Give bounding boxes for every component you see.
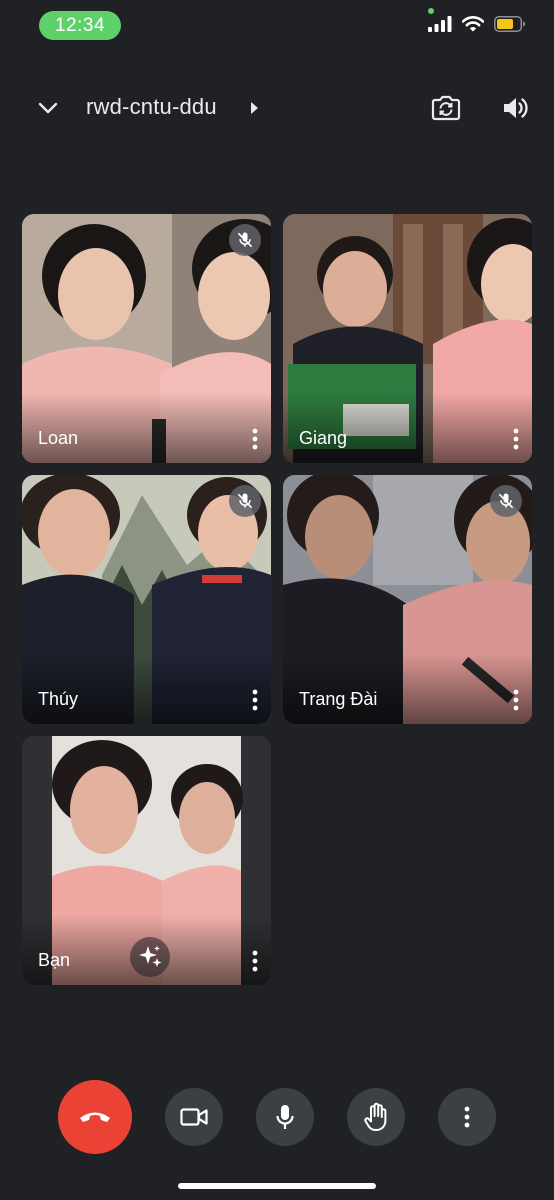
privacy-indicator-dot — [428, 8, 434, 14]
participant-name: Trang Đài — [299, 689, 378, 709]
participant-tile-trang-dai[interactable]: Trang Đài — [283, 475, 532, 724]
switch-camera-icon — [431, 95, 461, 121]
raise-hand-icon — [364, 1102, 387, 1131]
participant-tile-thuy[interactable]: Thúy — [22, 475, 271, 724]
camera-icon — [180, 1108, 208, 1126]
mic-off-icon — [237, 232, 253, 248]
mic-toggle-button[interactable] — [256, 1088, 314, 1146]
tile-more-button[interactable] — [245, 686, 265, 714]
participant-name: Loan — [38, 428, 79, 448]
more-options-icon — [464, 1106, 470, 1128]
more-vert-icon — [252, 950, 258, 972]
visual-effects-button[interactable] — [130, 937, 170, 977]
wifi-icon — [462, 16, 484, 32]
status-icons — [428, 16, 526, 32]
status-time: 12:34 — [39, 11, 121, 40]
more-options-button[interactable] — [438, 1088, 496, 1146]
participant-name: Giang — [299, 428, 348, 448]
muted-badge — [229, 224, 261, 256]
signal-icon — [428, 16, 452, 32]
participant-tile-loan[interactable]: Loan — [22, 214, 271, 463]
muted-badge — [490, 485, 522, 517]
mic-off-icon — [237, 493, 253, 509]
meeting-code[interactable]: rwd-cntu-ddu — [86, 94, 217, 120]
tile-more-button[interactable] — [506, 425, 526, 453]
mic-off-icon — [498, 493, 514, 509]
home-indicator[interactable] — [178, 1183, 376, 1189]
meeting-header: rwd-cntu-ddu — [0, 82, 554, 134]
battery-icon — [494, 16, 526, 32]
audio-output-button[interactable] — [496, 88, 536, 128]
participant-name: Bạn — [38, 950, 71, 970]
end-call-icon — [80, 1112, 110, 1122]
minimize-button[interactable] — [28, 88, 68, 128]
sparkle-icon — [139, 945, 162, 967]
switch-camera-button[interactable] — [426, 88, 466, 128]
self-view-tile[interactable]: Bạn — [22, 736, 271, 985]
participant-name: Thúy — [38, 689, 79, 709]
muted-badge — [229, 485, 261, 517]
mic-icon — [276, 1105, 294, 1129]
tile-more-button[interactable] — [506, 686, 526, 714]
end-call-button[interactable] — [58, 1080, 132, 1154]
status-bar: 12:34 — [0, 0, 554, 52]
tile-more-button[interactable] — [245, 425, 265, 453]
participant-tile-giang[interactable]: Giang — [283, 214, 532, 463]
more-vert-icon — [252, 689, 258, 711]
more-vert-icon — [513, 689, 519, 711]
tile-more-button[interactable] — [245, 947, 265, 975]
chevron-down-icon — [38, 102, 58, 114]
more-vert-icon — [513, 428, 519, 450]
caret-right-icon[interactable] — [248, 100, 260, 116]
camera-toggle-button[interactable] — [165, 1088, 223, 1146]
raise-hand-button[interactable] — [347, 1088, 405, 1146]
more-vert-icon — [252, 428, 258, 450]
speaker-icon — [504, 98, 528, 118]
